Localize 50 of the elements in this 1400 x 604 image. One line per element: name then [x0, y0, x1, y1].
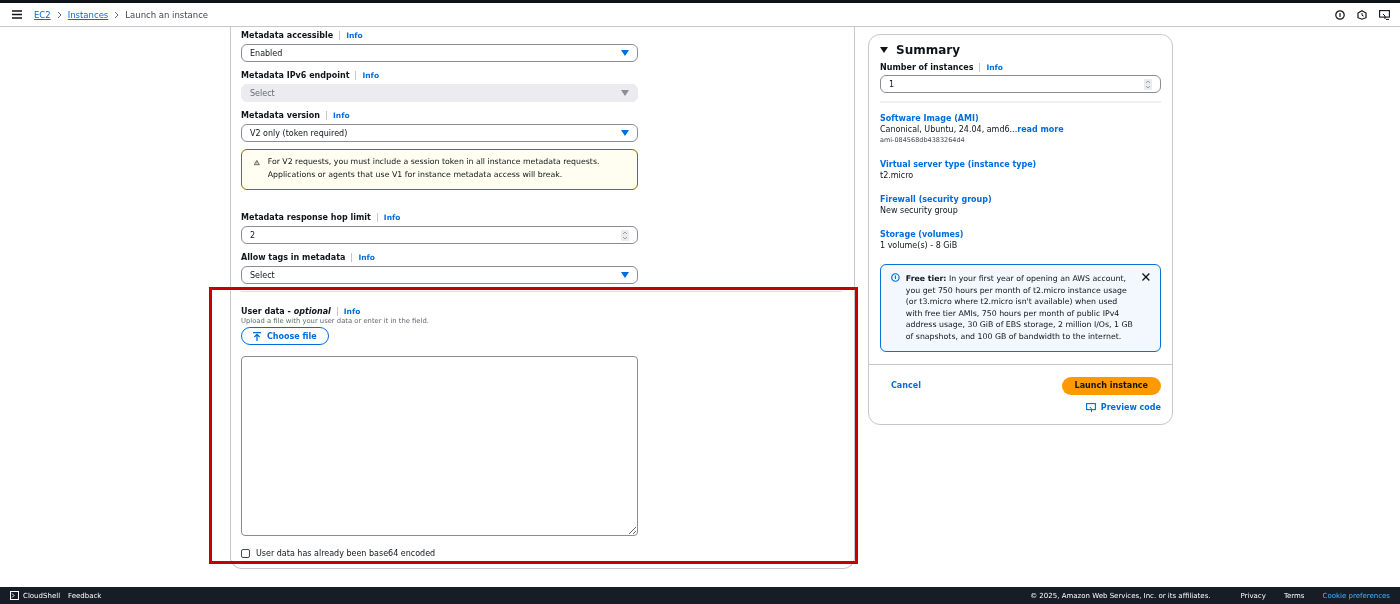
summary-heading[interactable]: Storage (volumes): [880, 229, 1161, 240]
summary-value: Canonical, Ubuntu, 24.04, amd6...: [880, 125, 1018, 134]
select-dropdown[interactable]: V2 only (token required): [241, 124, 638, 142]
number-input[interactable]: 1: [880, 75, 1161, 93]
warning-icon: [254, 158, 260, 167]
read-more-link[interactable]: read more: [1017, 125, 1064, 134]
summary-value: 1 volume(s) - 8 GiB: [880, 241, 958, 250]
summary-heading[interactable]: Software Image (AMI): [880, 113, 1161, 124]
spinner-icon[interactable]: [621, 229, 629, 241]
summary-heading[interactable]: Virtual server type (instance type): [880, 159, 1161, 170]
summary-title: Summary: [896, 43, 961, 57]
preview-code-link[interactable]: Preview code: [1085, 402, 1161, 412]
close-icon[interactable]: [1142, 273, 1150, 281]
caret-down-icon: [621, 50, 629, 56]
terminal-icon: [10, 591, 19, 600]
field-label: Metadata version: [241, 110, 321, 120]
launch-instance-button[interactable]: Launch instance: [1061, 376, 1161, 395]
info-icon: [891, 273, 900, 282]
field-label: Number of instances: [880, 63, 974, 72]
field-label: Metadata IPv6 endpoint: [241, 70, 350, 80]
breadcrumb-link[interactable]: EC2: [34, 9, 51, 20]
select-dropdown[interactable]: Select: [241, 266, 638, 284]
summary-heading[interactable]: Firewall (security group): [880, 194, 1161, 205]
checkbox-label: User data has already been base64 encoded: [256, 549, 436, 558]
field-label: User data - optional: [241, 306, 331, 316]
monitor-icon: [1085, 402, 1096, 412]
info-icon[interactable]: [1335, 9, 1345, 20]
caret-down-icon: [621, 90, 629, 96]
choose-file-button[interactable]: Choose file: [241, 327, 329, 345]
caret-down-icon[interactable]: [880, 46, 888, 54]
monitor-icon[interactable]: [1379, 9, 1390, 20]
breadcrumb-link[interactable]: Instances: [67, 9, 109, 20]
menu-icon[interactable]: [12, 10, 22, 19]
field-label: Allow tags in metadata: [241, 252, 346, 262]
field-label: Metadata response hop limit: [241, 212, 371, 222]
cancel-link[interactable]: Cancel: [891, 381, 921, 391]
chevron-right-icon: [56, 10, 62, 19]
spinner-icon[interactable]: [1144, 78, 1152, 90]
clock-icon[interactable]: [1357, 9, 1367, 20]
checkbox[interactable]: [241, 549, 250, 558]
number-input[interactable]: 2: [241, 226, 638, 244]
caret-down-icon: [621, 272, 629, 278]
field-label: Metadata accessible: [241, 30, 334, 40]
upload-icon: [253, 331, 261, 341]
breadcrumb-current: Launch an instance: [125, 9, 209, 20]
chevron-right-icon: [114, 10, 120, 19]
summary-value: t2.micro: [880, 171, 914, 180]
caret-down-icon: [621, 130, 629, 136]
select-dropdown[interactable]: Enabled: [241, 44, 638, 62]
summary-value: New security group: [880, 206, 958, 215]
